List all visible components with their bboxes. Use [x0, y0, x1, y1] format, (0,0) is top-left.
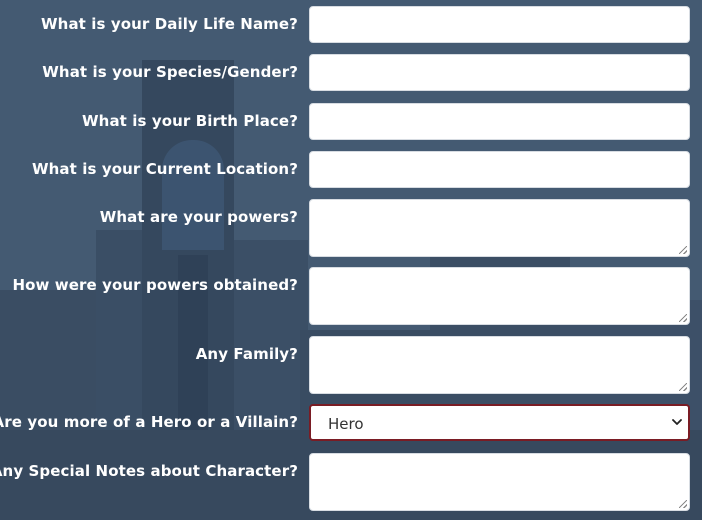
daily-life-name-input[interactable] [309, 6, 690, 43]
daily-life-name-label: What is your Daily Life Name? [41, 15, 298, 33]
chevron-down-icon [672, 419, 682, 425]
species-gender-label: What is your Species/Gender? [42, 63, 298, 81]
resize-grip-icon[interactable] [679, 246, 687, 254]
powers-obtained-textarea[interactable] [309, 267, 690, 325]
family-label: Any Family? [195, 345, 298, 363]
powers-textarea[interactable] [309, 199, 690, 257]
resize-grip-icon[interactable] [679, 383, 687, 391]
birth-place-label: What is your Birth Place? [82, 112, 298, 130]
resize-grip-icon[interactable] [679, 500, 687, 508]
powers-obtained-label: How were your powers obtained? [12, 276, 298, 294]
hero-villain-selected-value: Hero [328, 415, 364, 433]
species-gender-input[interactable] [309, 54, 690, 91]
hero-villain-label: Are you more of a Hero or a Villain? [0, 413, 298, 431]
hero-villain-select[interactable]: Hero [309, 404, 690, 441]
current-location-label: What is your Current Location? [31, 160, 298, 178]
family-textarea[interactable] [309, 336, 690, 394]
powers-label: What are your powers? [99, 208, 298, 226]
character-form: What is your Daily Life Name? What is yo… [0, 0, 702, 520]
special-notes-label: Any Special Notes about Character? [0, 462, 298, 480]
birth-place-input[interactable] [309, 103, 690, 140]
current-location-input[interactable] [309, 151, 690, 188]
resize-grip-icon[interactable] [679, 314, 687, 322]
special-notes-textarea[interactable] [309, 453, 690, 511]
